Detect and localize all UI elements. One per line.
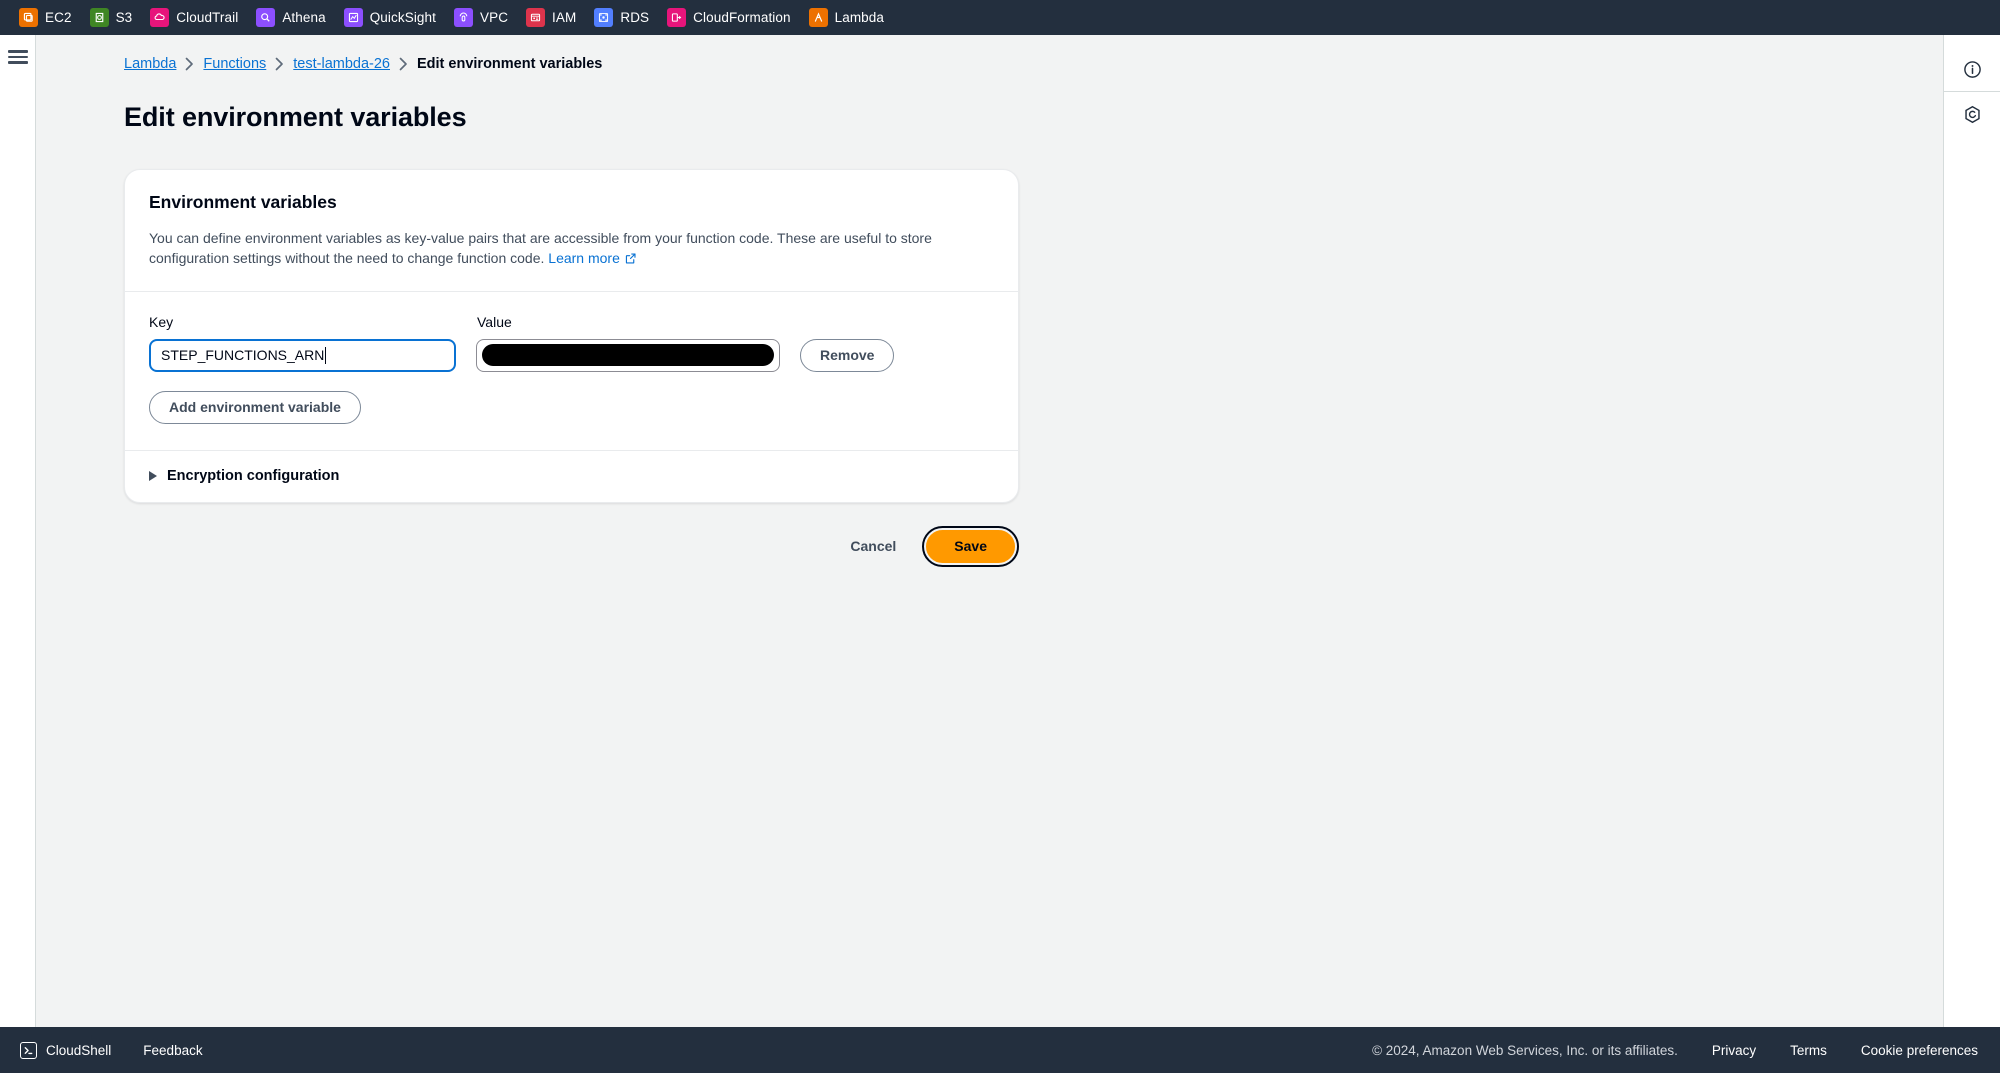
bookmark-label: EC2	[45, 10, 72, 25]
bookmark-label: CloudTrail	[176, 10, 239, 25]
left-navigation-rail	[0, 35, 36, 1027]
kv-column-labels: Key Value	[149, 314, 994, 330]
footer-left-group: CloudShell Feedback	[14, 1038, 203, 1063]
card-header: Environment variables You can define env…	[125, 170, 1018, 291]
bookmark-label: QuickSight	[369, 10, 436, 25]
bookmark-label: S3	[115, 10, 133, 25]
key-column-label: Key	[149, 313, 174, 330]
bookmark-lambda[interactable]: Lambda	[804, 5, 893, 30]
caret-right-icon	[149, 470, 157, 481]
bookmark-label: Lambda	[834, 10, 885, 25]
s3-icon	[89, 8, 109, 27]
external-link-icon	[624, 250, 637, 270]
card-body: Key Value STEP_FUNCTIONS_ARN Remove Add …	[125, 292, 1018, 450]
bookmark-label: CloudFormation	[693, 10, 791, 25]
breadcrumb-separator-icon	[399, 57, 408, 71]
main-content: Lambda Functions test-lambda-26 Edit env…	[36, 35, 1943, 1027]
ec2-icon	[19, 8, 38, 27]
cloudtrail-icon	[150, 8, 170, 27]
cookie-preferences-link[interactable]: Cookie preferences	[1861, 1043, 1978, 1058]
remove-button[interactable]: Remove	[800, 338, 895, 372]
encryption-configuration-expander[interactable]: Encryption configuration	[125, 451, 1018, 502]
feedback-link[interactable]: Feedback	[143, 1043, 202, 1058]
bookmark-quicksight[interactable]: QuickSight	[339, 5, 445, 30]
breadcrumb: Lambda Functions test-lambda-26 Edit env…	[124, 53, 1943, 75]
bookmark-rds[interactable]: RDS	[589, 5, 658, 30]
lambda-icon	[808, 8, 828, 27]
hamburger-icon[interactable]	[7, 49, 28, 65]
footer-right-group: © 2024, Amazon Web Services, Inc. or its…	[1372, 1043, 1978, 1058]
text-cursor	[325, 346, 327, 364]
key-input[interactable]: STEP_FUNCTIONS_ARN	[149, 338, 456, 372]
breadcrumb-item-current: Edit environment variables	[417, 56, 603, 72]
terms-link[interactable]: Terms	[1790, 1043, 1827, 1058]
card-description: You can define environment variables as …	[149, 228, 994, 271]
bookmark-label: IAM	[552, 10, 577, 25]
form-actions: Cancel Save	[124, 525, 1019, 567]
bookmark-cloudtrail[interactable]: CloudTrail	[145, 5, 247, 30]
card-title: Environment variables	[149, 192, 337, 212]
environment-variable-row: STEP_FUNCTIONS_ARN Remove	[149, 338, 994, 372]
bookmark-cloudformation[interactable]: CloudFormation	[662, 5, 799, 30]
breadcrumb-item-function-name[interactable]: test-lambda-26	[293, 56, 390, 72]
add-environment-variable-button[interactable]: Add environment variable	[149, 390, 361, 424]
value-input[interactable]	[476, 338, 780, 372]
breadcrumb-separator-icon	[185, 57, 194, 71]
save-button-focus-ring: Save	[922, 525, 1019, 567]
copyright-text: © 2024, Amazon Web Services, Inc. or its…	[1372, 1042, 1678, 1058]
breadcrumb-separator-icon	[275, 57, 284, 71]
breadcrumb-item-lambda[interactable]: Lambda	[124, 56, 176, 72]
card-description-text: You can define environment variables as …	[149, 230, 932, 267]
learn-more-label: Learn more	[548, 250, 620, 267]
shield-hexagon-icon[interactable]	[1952, 94, 1992, 134]
breadcrumb-item-functions[interactable]: Functions	[203, 56, 266, 72]
encryption-configuration-label: Encryption configuration	[167, 467, 340, 484]
quicksight-icon	[343, 8, 363, 27]
terminal-icon	[20, 1041, 37, 1059]
iam-icon	[526, 8, 546, 27]
key-input-value: STEP_FUNCTIONS_ARN	[161, 347, 325, 364]
cloudshell-label: CloudShell	[46, 1042, 112, 1058]
redacted-value-bar	[482, 344, 774, 367]
bookmarks-bar: EC2 S3 CloudTrail Athena QuickSight VPC	[0, 0, 2000, 35]
bookmark-label: Athena	[282, 10, 326, 25]
cloudshell-button[interactable]: CloudShell	[14, 1038, 117, 1063]
bookmark-s3[interactable]: S3	[85, 5, 142, 30]
value-column-label: Value	[477, 313, 512, 330]
bookmark-iam[interactable]: IAM	[521, 5, 585, 30]
bookmark-athena[interactable]: Athena	[251, 5, 334, 30]
cancel-button[interactable]: Cancel	[840, 530, 906, 562]
bookmark-label: VPC	[479, 10, 509, 25]
bookmark-vpc[interactable]: VPC	[449, 5, 517, 30]
vpc-icon	[453, 8, 473, 27]
rds-icon	[594, 8, 614, 27]
bookmark-label: RDS	[620, 10, 650, 25]
privacy-link[interactable]: Privacy	[1712, 1043, 1756, 1058]
environment-variables-card: Environment variables You can define env…	[124, 169, 1019, 503]
bookmark-ec2[interactable]: EC2	[14, 5, 81, 30]
footer: CloudShell Feedback © 2024, Amazon Web S…	[0, 1027, 2000, 1073]
info-circle-icon[interactable]	[1952, 49, 1992, 89]
cloudformation-icon	[667, 8, 687, 27]
learn-more-link[interactable]: Learn more	[548, 250, 637, 266]
page-title: Edit environment variables	[124, 102, 467, 132]
right-utility-rail	[1943, 35, 2000, 1027]
app-shell: Lambda Functions test-lambda-26 Edit env…	[0, 35, 2000, 1027]
save-button[interactable]: Save	[926, 529, 1015, 563]
athena-icon	[256, 8, 276, 27]
rail-separator	[1943, 91, 2000, 92]
